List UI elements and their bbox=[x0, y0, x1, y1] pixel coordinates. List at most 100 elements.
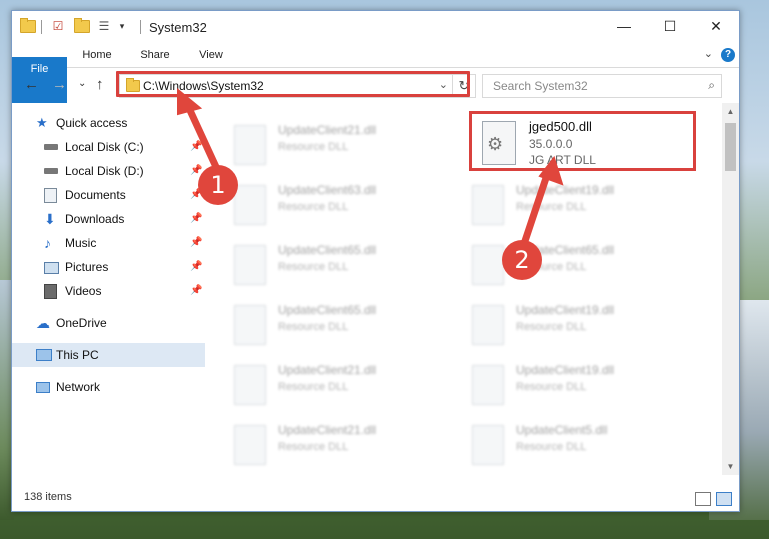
dll-file-icon bbox=[472, 305, 504, 345]
ribbon-tabs: File Home Share View ⌄ ? bbox=[12, 43, 739, 113]
file-description: Resource DLL bbox=[516, 321, 587, 333]
list-item[interactable]: UpdateClient65.dll Resource DLL bbox=[210, 297, 410, 353]
chevron-down-icon[interactable]: ▾ bbox=[114, 19, 130, 33]
file-description: Resource DLL bbox=[278, 141, 349, 153]
details-view-icon[interactable] bbox=[695, 492, 711, 506]
tab-share[interactable]: Share bbox=[132, 43, 178, 67]
pictures-icon bbox=[44, 262, 59, 274]
separator bbox=[140, 20, 141, 34]
dll-file-icon bbox=[472, 425, 504, 465]
sidebar-item-onedrive[interactable]: ☁ OneDrive bbox=[12, 311, 207, 335]
file-name: UpdateClient19.dll bbox=[516, 183, 615, 197]
file-name: UpdateClient65.dll bbox=[278, 243, 377, 257]
dll-file-icon bbox=[234, 425, 266, 465]
file-name: UpdateClient19.dll bbox=[516, 303, 615, 317]
customize-icon[interactable]: ☰ bbox=[96, 19, 112, 33]
sidebar-item-local-disk-d[interactable]: Local Disk (D:) 📌 bbox=[12, 159, 207, 183]
expand-ribbon-icon[interactable]: ⌄ bbox=[704, 47, 713, 60]
pin-icon[interactable]: 📌 bbox=[190, 255, 202, 279]
dll-file-icon bbox=[234, 185, 266, 225]
scroll-down-icon[interactable]: ▼ bbox=[722, 458, 739, 475]
scroll-up-icon[interactable]: ▲ bbox=[722, 103, 739, 120]
up-button[interactable]: ↑ bbox=[96, 76, 104, 93]
search-icon[interactable]: ⌕ bbox=[708, 78, 715, 93]
list-item[interactable]: UpdateClient19.dll Resource DLL bbox=[448, 297, 648, 353]
file-description: Resource DLL bbox=[278, 441, 349, 453]
list-item[interactable]: UpdateClient63.dll Resource DLL bbox=[210, 177, 410, 233]
help-button[interactable]: ? bbox=[721, 48, 735, 62]
file-description: Resource DLL bbox=[278, 261, 349, 273]
minimize-button[interactable]: — bbox=[601, 11, 647, 41]
list-item[interactable]: UpdateClient65.dll Resource DLL bbox=[210, 237, 410, 293]
sidebar-item-quick-access[interactable]: ★ Quick access bbox=[12, 111, 207, 135]
new-folder-icon[interactable] bbox=[74, 17, 90, 33]
recent-locations-button[interactable]: ⌄ bbox=[78, 78, 86, 89]
sidebar-item-label: Network bbox=[56, 380, 101, 394]
address-highlight-box bbox=[116, 71, 470, 97]
navigation-pane: ★ Quick access Local Disk (C:) 📌 Local D… bbox=[12, 103, 207, 475]
window-title: System32 bbox=[149, 20, 207, 35]
large-icons-view-icon[interactable] bbox=[716, 492, 732, 506]
scroll-thumb[interactable] bbox=[725, 123, 736, 171]
music-icon: ♪ bbox=[44, 235, 51, 251]
file-description: Resource DLL bbox=[516, 441, 587, 453]
step-2-badge: 2 bbox=[502, 240, 542, 280]
dll-file-icon bbox=[472, 185, 504, 225]
sidebar-item-this-pc[interactable]: This PC bbox=[12, 343, 205, 367]
pin-icon[interactable]: 📌 bbox=[190, 279, 202, 303]
list-item[interactable]: UpdateClient21.dll Resource DLL bbox=[210, 417, 410, 473]
list-item[interactable]: UpdateClient21.dll Resource DLL bbox=[210, 357, 410, 413]
dll-file-icon bbox=[234, 245, 266, 285]
network-icon bbox=[36, 382, 50, 393]
tab-view[interactable]: View bbox=[188, 43, 234, 67]
list-item[interactable]: UpdateClient21.dll Resource DLL bbox=[210, 117, 410, 173]
close-button[interactable]: ✕ bbox=[693, 11, 739, 41]
sidebar-item-label: Pictures bbox=[65, 260, 109, 274]
pin-icon[interactable]: 📌 bbox=[190, 231, 202, 255]
tab-home[interactable]: Home bbox=[74, 43, 120, 67]
file-name: UpdateClient21.dll bbox=[278, 423, 377, 437]
list-item[interactable]: UpdateClient5.dll Resource DLL bbox=[448, 417, 648, 473]
list-item[interactable]: UpdateClient19.dll Resource DLL bbox=[448, 357, 648, 413]
star-icon: ★ bbox=[36, 115, 48, 130]
file-description: Resource DLL bbox=[278, 321, 349, 333]
computer-icon bbox=[36, 349, 52, 361]
sidebar-item-label: This PC bbox=[56, 348, 99, 362]
sidebar-item-local-disk-c[interactable]: Local Disk (C:) 📌 bbox=[12, 135, 207, 159]
file-name: UpdateClient65.dll bbox=[278, 303, 377, 317]
sidebar-item-label: Music bbox=[65, 236, 97, 250]
pin-icon[interactable]: 📌 bbox=[190, 207, 202, 231]
sidebar-item-label: Documents bbox=[65, 188, 126, 202]
explorer-window: ☑ ☰ ▾ System32 — ☐ ✕ File Home Share Vie… bbox=[11, 10, 740, 512]
list-item[interactable]: UpdateClient65.dll Resource DLL bbox=[448, 237, 648, 293]
back-button[interactable]: ← bbox=[24, 76, 39, 93]
sidebar-item-music[interactable]: ♪ Music 📌 bbox=[12, 231, 207, 255]
cloud-icon: ☁ bbox=[36, 315, 50, 331]
item-count: 138 items bbox=[24, 491, 72, 503]
dll-file-icon bbox=[472, 245, 504, 285]
list-item[interactable]: UpdateClient19.dll Resource DLL bbox=[448, 177, 648, 233]
sidebar-item-pictures[interactable]: Pictures 📌 bbox=[12, 255, 207, 279]
file-name: UpdateClient5.dll bbox=[516, 423, 608, 437]
sidebar-item-label: Videos bbox=[65, 284, 102, 298]
dll-file-icon bbox=[234, 365, 266, 405]
search-input[interactable]: Search System32 ⌕ bbox=[482, 74, 722, 98]
sidebar-item-label: Local Disk (C:) bbox=[65, 140, 144, 154]
sidebar-item-network[interactable]: Network bbox=[12, 375, 207, 399]
drive-icon bbox=[44, 144, 58, 150]
forward-button[interactable]: → bbox=[52, 76, 67, 93]
file-description: Resource DLL bbox=[278, 381, 349, 393]
maximize-button[interactable]: ☐ bbox=[647, 11, 693, 41]
vertical-scrollbar[interactable]: ▲ ▼ bbox=[722, 103, 739, 475]
dll-file-icon bbox=[234, 125, 266, 165]
properties-icon[interactable]: ☑ bbox=[50, 19, 66, 33]
sidebar-item-downloads[interactable]: ⬇ Downloads 📌 bbox=[12, 207, 207, 231]
sidebar-item-documents[interactable]: Documents 📌 bbox=[12, 183, 207, 207]
sidebar-item-videos[interactable]: Videos 📌 bbox=[12, 279, 207, 303]
folder-icon bbox=[20, 17, 36, 33]
file-description: Resource DLL bbox=[278, 201, 349, 213]
file-name: UpdateClient19.dll bbox=[516, 363, 615, 377]
search-placeholder: Search System32 bbox=[493, 79, 588, 93]
pin-icon[interactable]: 📌 bbox=[190, 135, 202, 159]
documents-icon bbox=[44, 188, 57, 203]
